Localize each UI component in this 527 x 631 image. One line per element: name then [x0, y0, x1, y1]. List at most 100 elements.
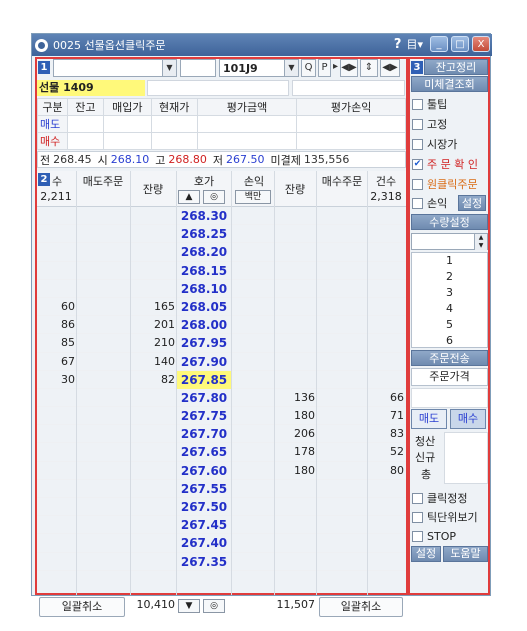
- buy-order-count[interactable]: [367, 334, 404, 352]
- price-level[interactable]: 268.15: [177, 262, 231, 280]
- price-level[interactable]: 267.55: [177, 480, 231, 498]
- cancel-all-buy-button[interactable]: 일괄취소: [319, 597, 403, 617]
- order-book-row[interactable]: 267.70 206 83: [37, 425, 406, 444]
- price-level[interactable]: 267.90: [177, 353, 231, 371]
- sell-order-count[interactable]: [37, 516, 75, 534]
- sell-remaining-qty[interactable]: [131, 389, 175, 407]
- market-price-checkbox[interactable]: 시장가: [412, 136, 457, 152]
- order-book-row[interactable]: 86 201 268.00: [37, 316, 406, 335]
- stop-checkbox[interactable]: STOP: [412, 528, 456, 544]
- buy-order-count[interactable]: 83: [367, 425, 404, 443]
- sell-remaining-qty[interactable]: [131, 498, 175, 516]
- order-book-row[interactable]: 267.40: [37, 534, 406, 553]
- checkbox-icon[interactable]: [412, 178, 423, 190]
- qty-option[interactable]: 6: [412, 333, 487, 349]
- buy-remaining-qty[interactable]: [275, 371, 315, 389]
- price-level[interactable]: 268.20: [177, 243, 231, 261]
- pnl-unit-button[interactable]: 백만: [235, 190, 271, 204]
- center-price-button[interactable]: ◎: [203, 190, 225, 204]
- order-book-row[interactable]: 267.65 178 52: [37, 443, 406, 462]
- sell-remaining-qty[interactable]: [131, 207, 175, 225]
- click-modify-checkbox[interactable]: 클릭정정: [412, 490, 467, 506]
- price-level[interactable]: 267.85: [177, 370, 231, 389]
- qty-option[interactable]: 2: [412, 269, 487, 285]
- price-level[interactable]: 267.35: [177, 553, 231, 571]
- buy-order-count[interactable]: [367, 316, 404, 334]
- sell-order-count[interactable]: [37, 207, 75, 225]
- order-book-row[interactable]: 85 210 267.95: [37, 334, 406, 353]
- close-button[interactable]: X: [472, 36, 490, 52]
- buy-order-count[interactable]: [367, 480, 404, 498]
- order-book-row[interactable]: 268.15: [37, 262, 406, 280]
- pnl-setting-button[interactable]: 설정: [458, 195, 486, 211]
- position-buy-row[interactable]: 매수: [37, 132, 406, 150]
- order-book-row[interactable]: 268.25: [37, 225, 406, 244]
- buy-remaining-qty[interactable]: [275, 243, 315, 261]
- checked-checkbox-icon[interactable]: ✔: [412, 158, 423, 170]
- menu-icon[interactable]: 目▾: [406, 36, 423, 52]
- unfilled-query-button[interactable]: 미체결조회: [411, 76, 488, 92]
- sell-order-count[interactable]: 60: [37, 298, 75, 316]
- buy-remaining-qty[interactable]: [275, 298, 315, 316]
- sell-remaining-qty[interactable]: [131, 407, 175, 425]
- order-book-row[interactable]: 268.20: [37, 243, 406, 262]
- password-field[interactable]: [180, 59, 216, 77]
- sell-order-count[interactable]: [37, 553, 75, 571]
- qty-option[interactable]: 1: [412, 253, 487, 269]
- price-level[interactable]: 267.60: [177, 462, 231, 480]
- price-level[interactable]: 268.30: [177, 207, 231, 225]
- checkbox-icon[interactable]: [412, 530, 423, 542]
- sell-remaining-qty[interactable]: 165: [131, 298, 175, 316]
- buy-remaining-qty[interactable]: [275, 262, 315, 280]
- order-book-row[interactable]: 268.30: [37, 207, 406, 226]
- p-button[interactable]: P: [318, 59, 331, 77]
- buy-order-count[interactable]: 66: [367, 389, 404, 407]
- buy-order-count[interactable]: [367, 553, 404, 571]
- sell-order-count[interactable]: 67: [37, 353, 75, 371]
- buy-order-count[interactable]: [367, 262, 404, 280]
- order-price-field[interactable]: [411, 388, 488, 408]
- price-level[interactable]: 267.40: [177, 534, 231, 552]
- buy-remaining-qty[interactable]: [275, 553, 315, 571]
- sell-order-count[interactable]: 86: [37, 316, 75, 334]
- minimize-button[interactable]: _: [430, 36, 448, 52]
- buy-remaining-qty[interactable]: [275, 534, 315, 552]
- sell-order-count[interactable]: 85: [37, 334, 75, 352]
- help-icon[interactable]: ?: [394, 37, 402, 52]
- buy-remaining-qty[interactable]: 180: [275, 462, 315, 480]
- arrows-v-icon[interactable]: ⇕: [360, 59, 378, 77]
- sell-remaining-qty[interactable]: [131, 262, 175, 280]
- one-click-checkbox[interactable]: 원클릭주문: [412, 176, 478, 192]
- scroll-up-button[interactable]: ▲: [178, 190, 200, 204]
- buy-remaining-qty[interactable]: 136: [275, 389, 315, 407]
- sell-remaining-qty[interactable]: [131, 462, 175, 480]
- buy-remaining-qty[interactable]: [275, 225, 315, 243]
- price-level[interactable]: 267.80: [177, 389, 231, 407]
- buy-order-count[interactable]: [367, 280, 404, 298]
- order-book-row[interactable]: 267.35: [37, 553, 406, 571]
- order-book-row[interactable]: 30 82 267.85: [37, 370, 406, 389]
- sell-order-count[interactable]: [37, 280, 75, 298]
- sell-order-count[interactable]: [37, 262, 75, 280]
- sell-remaining-qty[interactable]: [131, 243, 175, 261]
- buy-remaining-qty[interactable]: [275, 480, 315, 498]
- buy-remaining-qty[interactable]: [275, 316, 315, 334]
- position-sell-row[interactable]: 매도: [37, 115, 406, 133]
- price-level[interactable]: 267.50: [177, 498, 231, 516]
- sell-order-count[interactable]: [37, 443, 75, 461]
- chevron-down-icon[interactable]: ▼: [162, 60, 176, 76]
- arrows-h-icon[interactable]: ◀▶: [340, 59, 358, 77]
- order-book-row[interactable]: 67 140 267.90: [37, 353, 406, 371]
- buy-remaining-qty[interactable]: 180: [275, 407, 315, 425]
- qty-option[interactable]: 5: [412, 317, 487, 333]
- sell-remaining-qty[interactable]: 210: [131, 334, 175, 352]
- center-price-button[interactable]: ◎: [203, 599, 225, 613]
- scroll-down-button[interactable]: ▼: [178, 599, 200, 613]
- tooltip-checkbox[interactable]: 툴팁: [412, 96, 447, 112]
- order-book-row[interactable]: 267.50: [37, 498, 406, 517]
- order-send-button[interactable]: 주문전송: [411, 350, 488, 366]
- sell-order-count[interactable]: 30: [37, 371, 75, 389]
- checkbox-icon[interactable]: [412, 492, 423, 504]
- sell-order-count[interactable]: [37, 498, 75, 516]
- order-book-row[interactable]: 60 165 268.05: [37, 298, 406, 317]
